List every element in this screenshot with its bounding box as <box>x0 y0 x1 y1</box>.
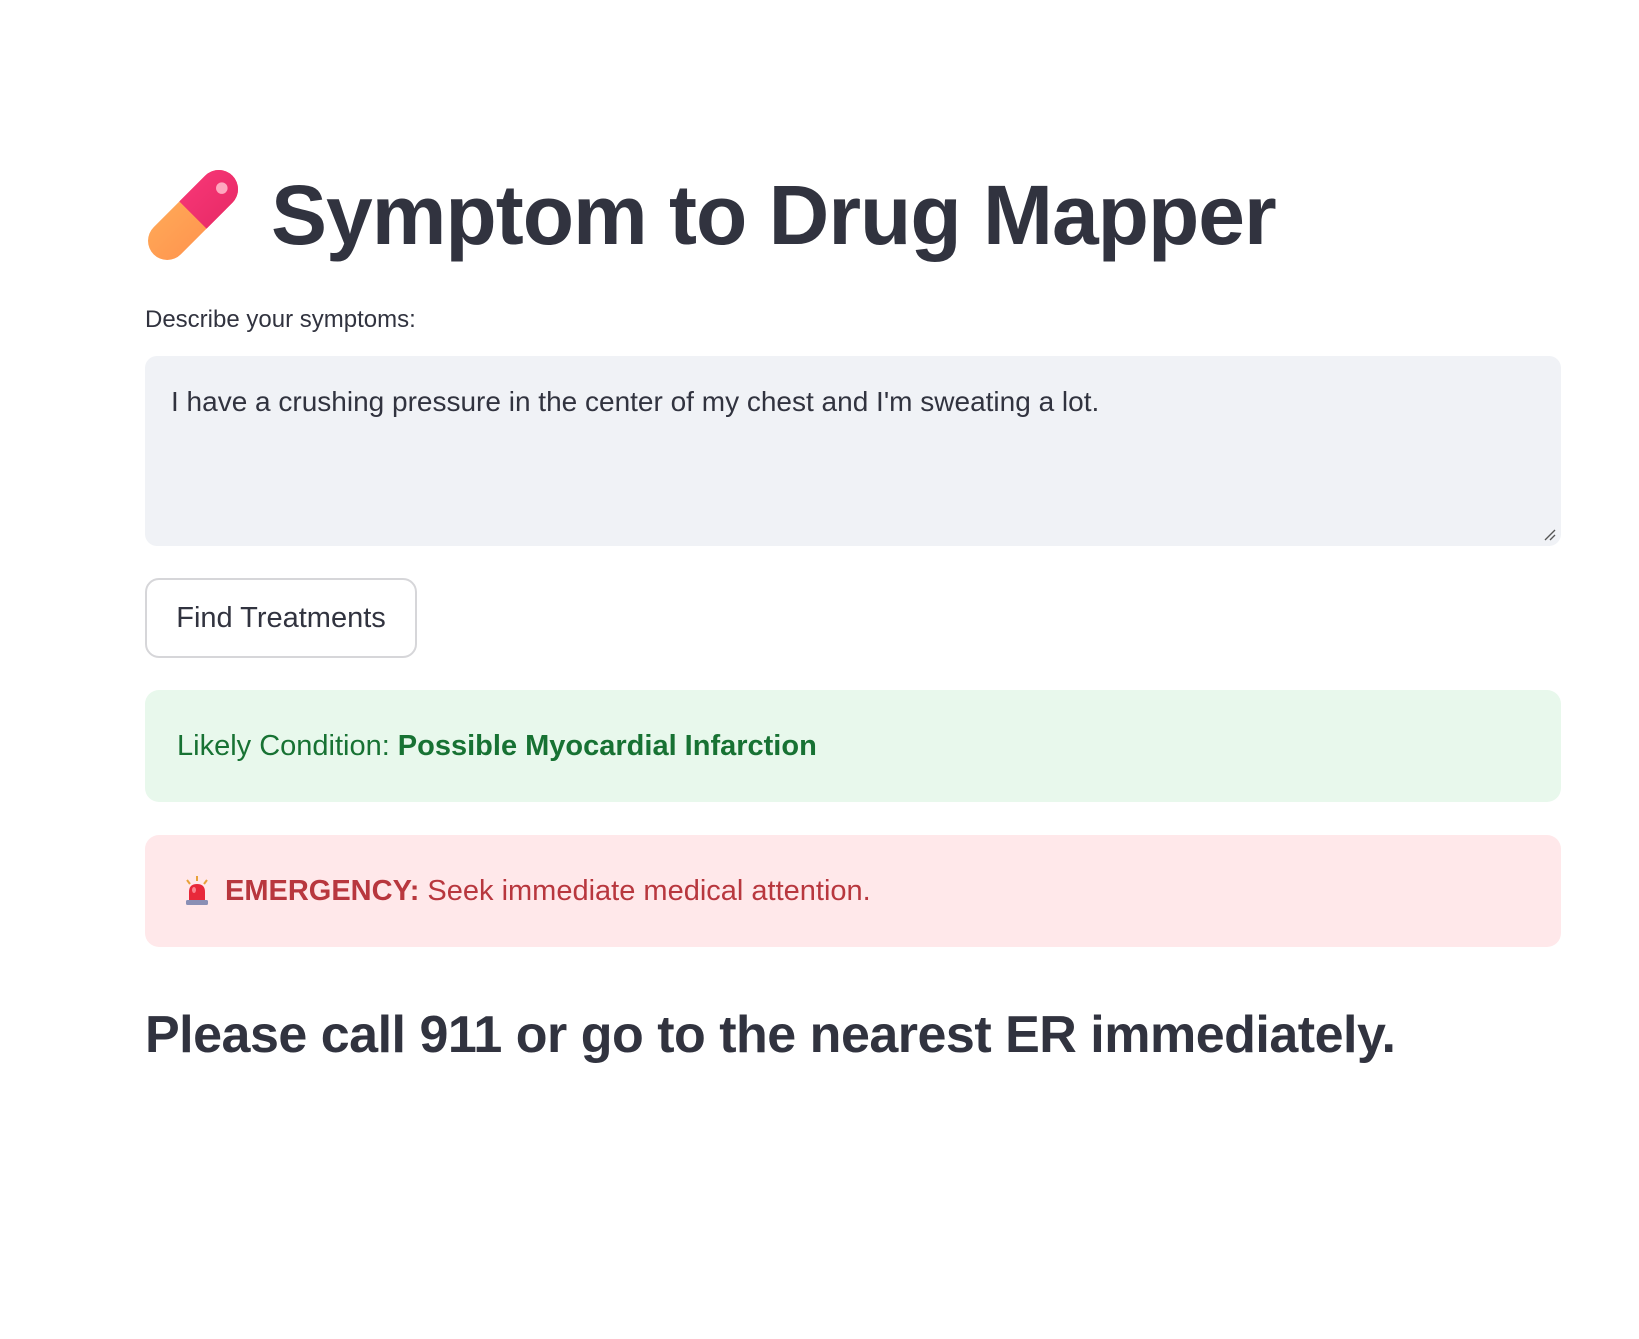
call-911-heading: Please call 911 or go to the nearest ER … <box>145 1006 1396 1064</box>
symptom-input-label: Describe your symptoms: <box>145 306 416 333</box>
resize-handle-icon[interactable] <box>1541 526 1557 542</box>
symptom-textarea-wrapper: I have a crushing pressure in the center… <box>145 356 1561 546</box>
condition-value: Possible Myocardial Infarction <box>397 729 817 762</box>
condition-label: Likely Condition: <box>177 729 390 762</box>
title-row: Symptom to Drug Mapper <box>145 160 1277 270</box>
emergency-alert: EMERGENCY: Seek immediate medical attent… <box>145 835 1561 947</box>
emergency-message: Seek immediate medical attention. <box>427 874 871 907</box>
find-treatments-button[interactable]: Find Treatments <box>145 578 417 658</box>
pill-icon <box>145 167 241 263</box>
condition-success-alert: Likely Condition: Possible Myocardial In… <box>145 690 1561 802</box>
siren-icon <box>186 876 208 905</box>
emergency-label: EMERGENCY: <box>225 874 420 907</box>
symptom-textarea[interactable]: I have a crushing pressure in the center… <box>145 356 1561 546</box>
page-title: Symptom to Drug Mapper <box>271 168 1277 262</box>
